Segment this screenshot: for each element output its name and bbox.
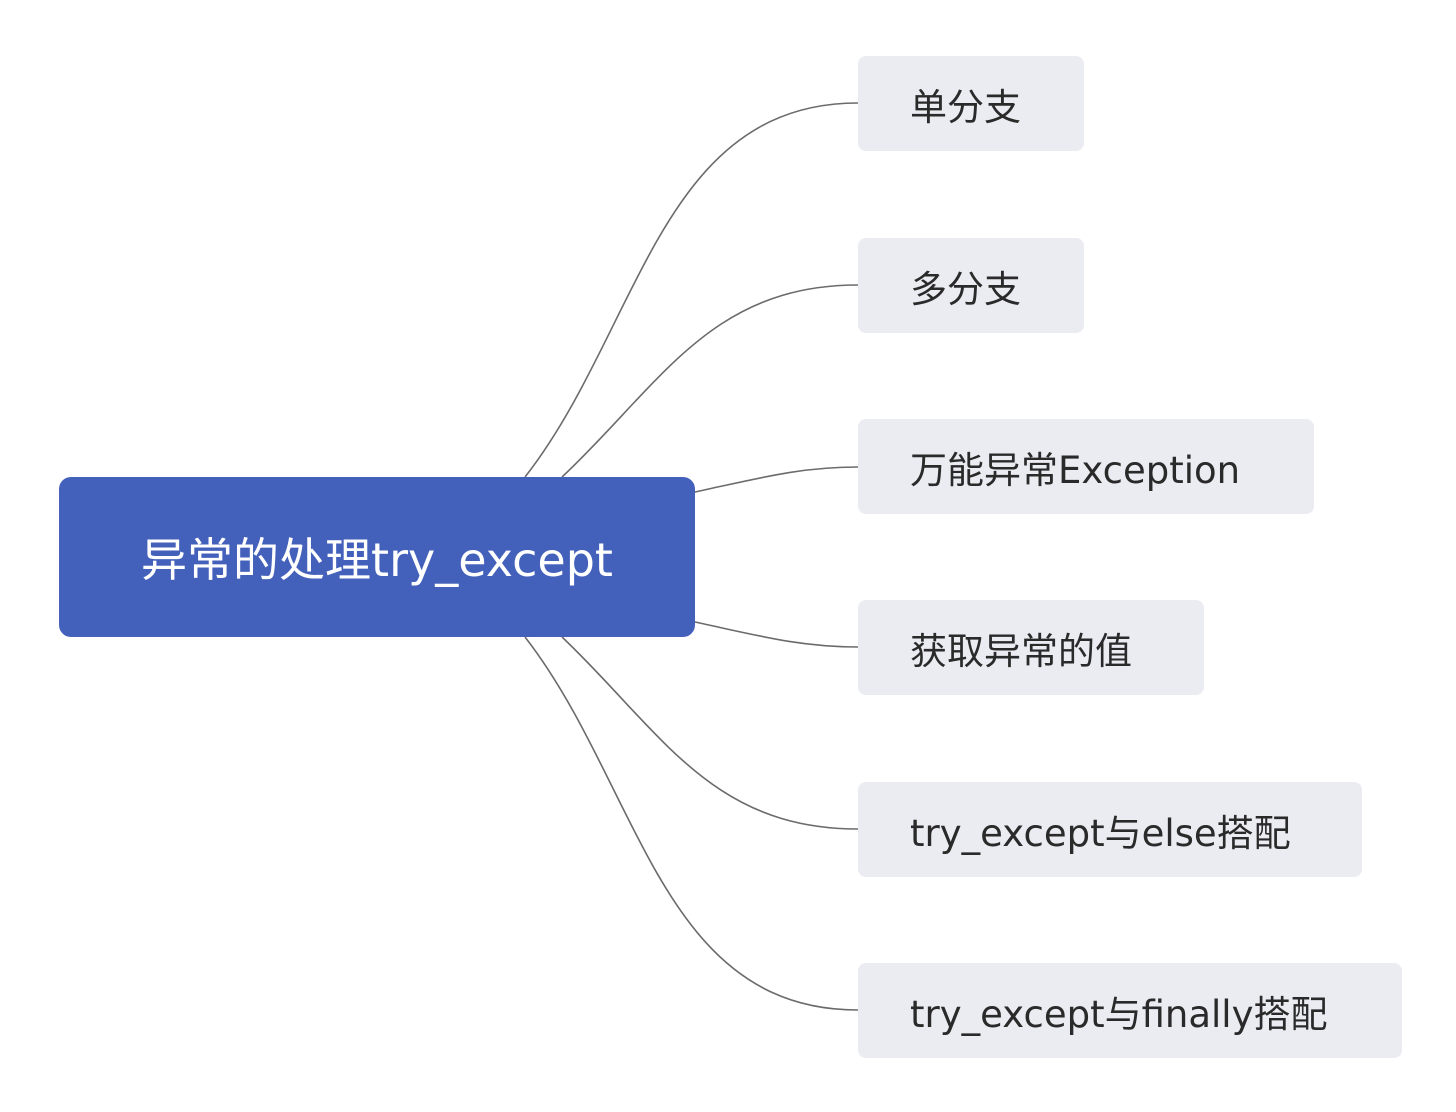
topic-get-exception-value[interactable]: 获取异常的值 [858,600,1204,695]
connector-try-except-else [561,636,859,830]
topic-single-branch[interactable]: 单分支 [858,56,1084,151]
mindmap-canvas: 异常的处理try_except 单分支 多分支 万能异常Exception 获取… [0,0,1456,1112]
topic-multi-branch[interactable]: 多分支 [858,238,1084,333]
topic-universal-exception[interactable]: 万能异常Exception [858,419,1314,514]
connector-get-exception-value [694,621,859,648]
connector-universal-exception [694,466,859,493]
topic-try-except-else[interactable]: try_except与else搭配 [858,782,1362,877]
root-topic[interactable]: 异常的处理try_except [59,477,695,637]
connector-try-except-finally [524,636,859,1011]
connector-multi-branch [561,284,859,478]
topic-try-except-finally[interactable]: try_except与finally搭配 [858,963,1402,1058]
